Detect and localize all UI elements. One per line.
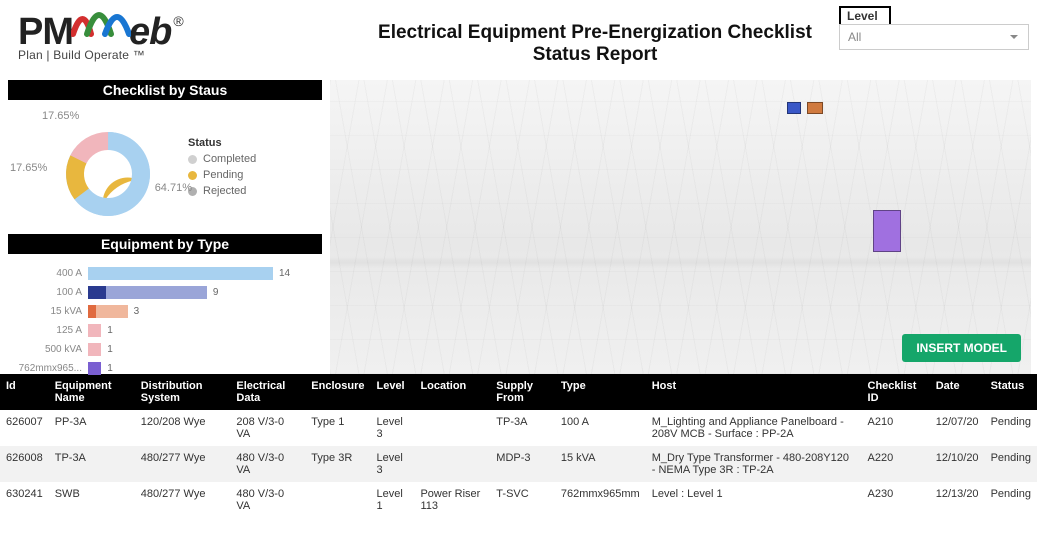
col-header[interactable]: Type [555, 374, 646, 410]
cell-supply: TP-3A [490, 410, 555, 446]
model-object-icon [873, 210, 901, 252]
model-object-icon [807, 102, 823, 114]
cell-dist: 120/208 Wye [135, 410, 231, 446]
cell-type: 762mmx965mm [555, 482, 646, 518]
col-header[interactable]: Status [985, 374, 1037, 410]
bar-row: 762mmx965...1 [8, 359, 322, 378]
cell-dist: 480/277 Wye [135, 446, 231, 482]
cell-loc [414, 446, 490, 482]
cell-date: 12/10/20 [930, 446, 985, 482]
model-viewer[interactable]: INSERT MODEL [330, 80, 1031, 374]
cell-enc: Type 1 [305, 410, 370, 446]
legend-item: Rejected [188, 185, 256, 197]
status-legend: Status CompletedPendingRejected [188, 137, 256, 201]
bar-row: 100 A9 [8, 283, 322, 302]
chevron-down-icon [1008, 31, 1020, 43]
cell-status: Pending [985, 410, 1037, 446]
insert-model-button[interactable]: INSERT MODEL [902, 334, 1021, 362]
cell-dist: 480/277 Wye [135, 482, 231, 518]
left-panel: Checklist by Staus [0, 80, 330, 374]
donut-label-left: 17.65% [10, 162, 47, 174]
cell-type: 15 kVA [555, 446, 646, 482]
page-title: Electrical Equipment Pre-Energization Ch… [330, 22, 860, 66]
legend-item: Completed [188, 153, 256, 165]
cell-id: 626008 [0, 446, 49, 482]
cell-name: TP-3A [49, 446, 135, 482]
col-header[interactable]: Level [370, 374, 414, 410]
donut-label-top: 17.65% [42, 110, 79, 122]
status-section-title: Checklist by Staus [8, 80, 322, 100]
bar-row: 400 A14 [8, 264, 322, 283]
level-select[interactable]: All [839, 24, 1029, 50]
bar-row: 500 kVA1 [8, 340, 322, 359]
cell-elec: 208 V/3-0 VA [230, 410, 305, 446]
status-donut-chart: 64.71% 17.65% 17.65% Status CompletedPen… [8, 104, 322, 234]
cell-status: Pending [985, 446, 1037, 482]
filter-label: Level [839, 6, 891, 24]
app-logo: PM eb ® Plan | Build Operate ™ [18, 4, 182, 62]
cell-supply: MDP-3 [490, 446, 555, 482]
type-section-title: Equipment by Type [8, 234, 322, 254]
cell-level: Level 3 [370, 410, 414, 446]
equipment-type-bar-chart: 400 A14100 A915 kVA3125 A1500 kVA1762mmx… [8, 258, 322, 384]
cell-name: PP-3A [49, 410, 135, 446]
cell-type: 100 A [555, 410, 646, 446]
bar-row: 15 kVA3 [8, 302, 322, 321]
cell-level: Level 3 [370, 446, 414, 482]
cell-enc [305, 482, 370, 518]
cell-supply: T-SVC [490, 482, 555, 518]
cell-date: 12/13/20 [930, 482, 985, 518]
bar-row: 125 A1 [8, 321, 322, 340]
col-header[interactable]: Location [414, 374, 490, 410]
cell-id: 630241 [0, 482, 49, 518]
table-row[interactable]: 626008TP-3A480/277 Wye480 V/3-0 VAType 3… [0, 446, 1037, 482]
cell-elec: 480 V/3-0 VA [230, 446, 305, 482]
cell-status: Pending [985, 482, 1037, 518]
cell-enc: Type 3R [305, 446, 370, 482]
cell-host: M_Lighting and Appliance Panelboard - 20… [646, 410, 862, 446]
model-object-icon [787, 102, 801, 114]
col-header[interactable]: Date [930, 374, 985, 410]
table-row[interactable]: 626007PP-3A120/208 Wye208 V/3-0 VAType 1… [0, 410, 1037, 446]
cell-loc: Power Riser 113 [414, 482, 490, 518]
logo-swoosh-icon [71, 0, 131, 44]
col-header[interactable]: Host [646, 374, 862, 410]
cell-level: Level 1 [370, 482, 414, 518]
col-header[interactable]: Enclosure [305, 374, 370, 410]
cell-cid: A230 [862, 482, 930, 518]
col-header[interactable]: Supply From [490, 374, 555, 410]
cell-host: M_Dry Type Transformer - 480-208Y120 - N… [646, 446, 862, 482]
legend-item: Pending [188, 169, 256, 181]
table-row[interactable]: 630241SWB480/277 Wye480 V/3-0 VALevel 1P… [0, 482, 1037, 518]
cell-date: 12/07/20 [930, 410, 985, 446]
cell-cid: A210 [862, 410, 930, 446]
col-header[interactable]: Checklist ID [862, 374, 930, 410]
cell-elec: 480 V/3-0 VA [230, 482, 305, 518]
cell-cid: A220 [862, 446, 930, 482]
cell-loc [414, 410, 490, 446]
cell-id: 626007 [0, 410, 49, 446]
cell-host: Level : Level 1 [646, 482, 862, 518]
level-filter: Level All [839, 6, 1029, 50]
cell-name: SWB [49, 482, 135, 518]
equipment-table: IdEquipment NameDistribution SystemElect… [0, 374, 1037, 518]
donut-label-main: 64.71% [155, 182, 192, 194]
header-region: PM eb ® Plan | Build Operate ™ Electrica… [0, 0, 1037, 80]
